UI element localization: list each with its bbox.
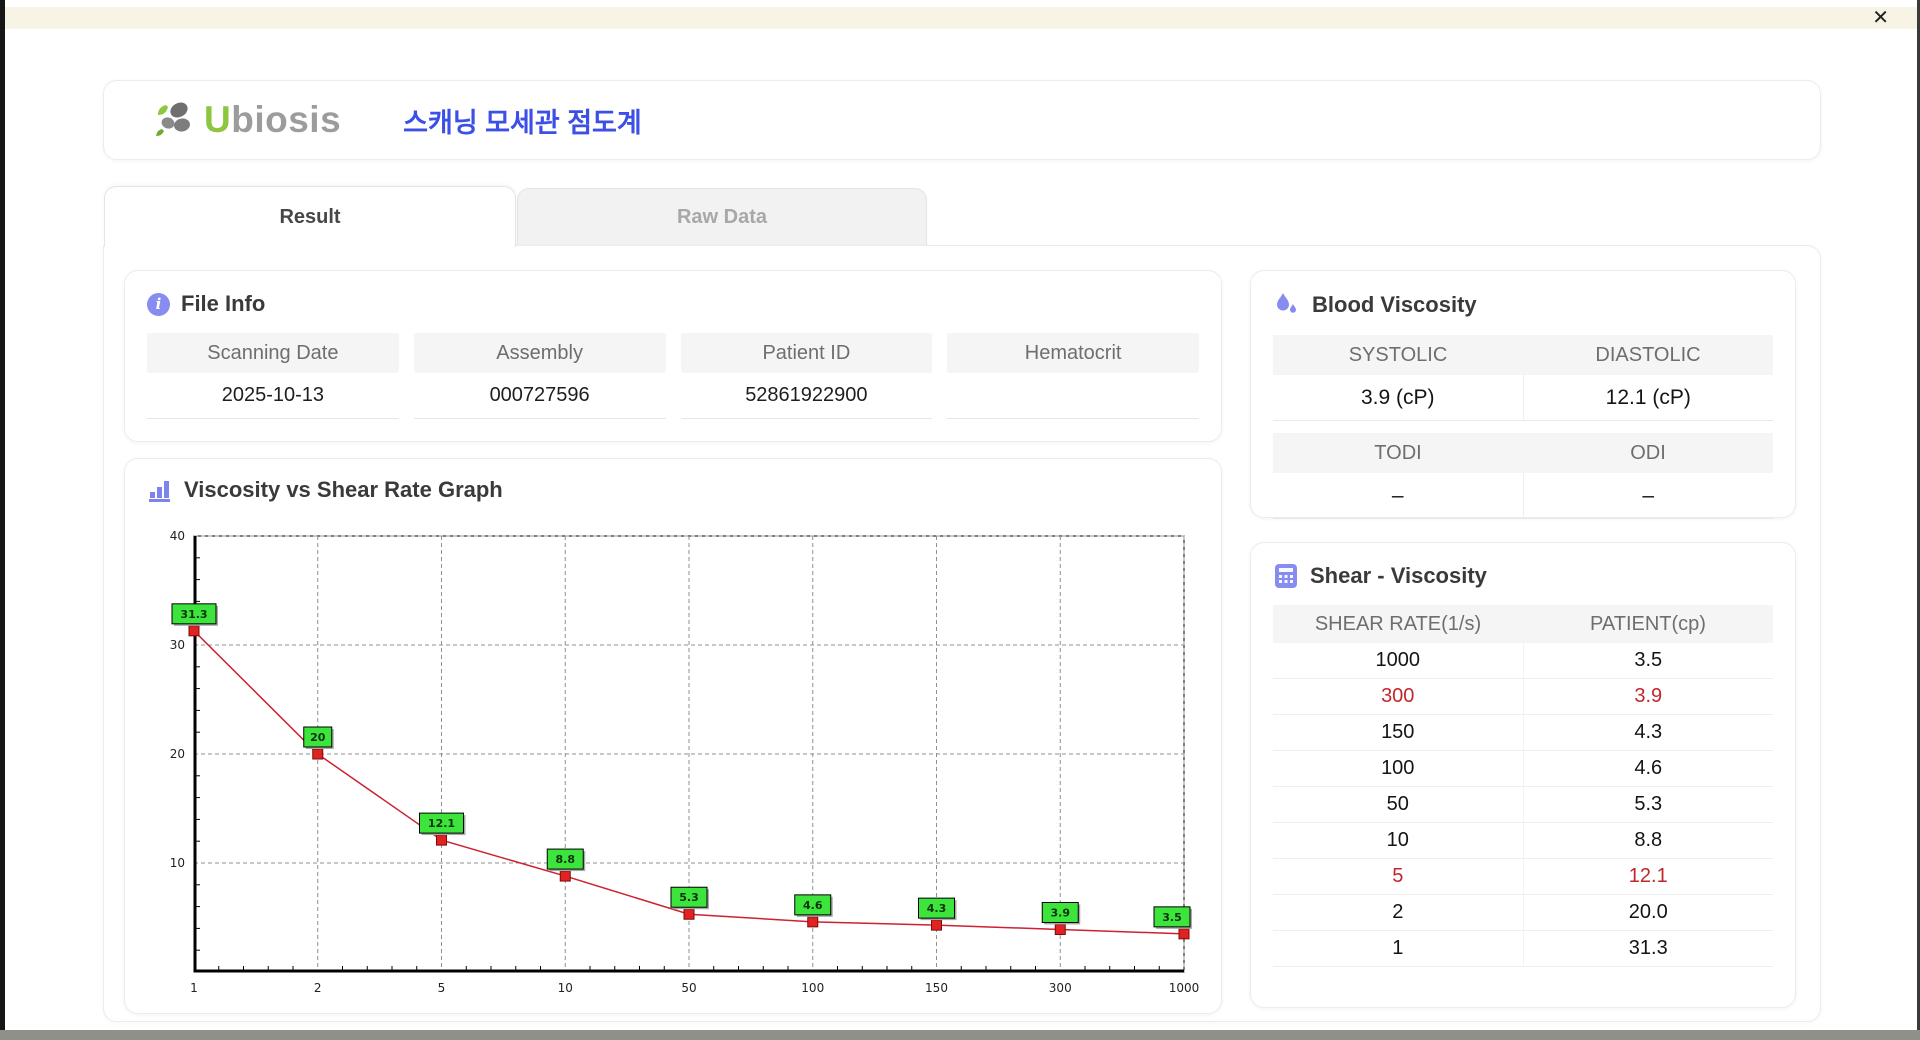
odi-value: –	[1523, 473, 1773, 519]
shear-rate-cell: 300	[1273, 679, 1524, 715]
table-calculator-icon	[1273, 563, 1299, 589]
shear-table-row: 300 3.9	[1273, 679, 1773, 715]
bar-chart-icon	[147, 477, 173, 503]
patient-cp-cell: 8.8	[1523, 823, 1773, 859]
file-info-card: i File Info Scanning Date 2025-10-13 Assem…	[124, 270, 1222, 442]
patient-cp-cell: 12.1	[1523, 859, 1773, 895]
file-info-field: Scanning Date 2025-10-13	[147, 333, 399, 419]
column-header: DIASTOLIC	[1523, 335, 1773, 375]
app-header: Ubiosis 스캐닝 모세관 점도계	[103, 80, 1821, 160]
tab-result[interactable]: Result	[104, 186, 516, 247]
info-icon: i	[147, 292, 170, 316]
svg-text:20: 20	[170, 747, 185, 761]
file-info-field: Patient ID 52861922900	[680, 333, 933, 419]
diastolic-value: 12.1 (cP)	[1523, 375, 1773, 421]
page-title: 스캐닝 모세관 점도계	[403, 107, 642, 138]
shear-rate-cell: 10	[1273, 823, 1524, 859]
logo: Ubiosis	[152, 99, 341, 141]
window-border-bottom	[0, 1030, 1920, 1040]
window-border-left	[0, 0, 5, 1030]
svg-text:50: 50	[681, 981, 696, 995]
window-title-bar: ✕	[5, 7, 1917, 29]
patient-cp-cell: 4.3	[1523, 715, 1773, 751]
svg-text:10: 10	[170, 856, 185, 870]
shear-rate-cell: 1000	[1273, 643, 1524, 679]
shear-table-row: 50 5.3	[1273, 787, 1773, 823]
patient-cp-cell: 3.9	[1523, 679, 1773, 715]
graph-title: Viscosity vs Shear Rate Graph	[184, 477, 503, 502]
field-label: Scanning Date	[147, 333, 399, 373]
tab-raw-data[interactable]: Raw Data	[517, 188, 927, 246]
shear-rate-cell: 100	[1273, 751, 1524, 787]
column-header: SYSTOLIC	[1273, 335, 1523, 375]
file-info-title: File Info	[181, 291, 266, 316]
ubiosis-leaf-logo-icon	[152, 99, 198, 141]
file-info-field: Assembly 000727596	[413, 333, 666, 419]
blood-drop-icon	[1273, 291, 1301, 319]
svg-text:1: 1	[190, 981, 198, 995]
close-icon[interactable]: ✕	[1872, 7, 1889, 29]
field-label: Patient ID	[680, 333, 933, 373]
patient-cp-cell: 5.3	[1523, 787, 1773, 823]
svg-text:150: 150	[925, 981, 948, 995]
shear-table-row: 1000 3.5	[1273, 643, 1773, 679]
field-value	[947, 373, 1199, 419]
shear-table-row: 1 31.3	[1273, 931, 1773, 967]
svg-text:5.3: 5.3	[679, 891, 699, 904]
svg-text:8.8: 8.8	[556, 853, 576, 866]
shear-table-row: 2 20.0	[1273, 895, 1773, 931]
patient-cp-cell: 20.0	[1523, 895, 1773, 931]
shear-rate-cell: 150	[1273, 715, 1524, 751]
shear-table-row: 5 12.1	[1273, 859, 1773, 895]
svg-text:3.9: 3.9	[1051, 906, 1071, 919]
shear-rate-cell: 2	[1273, 895, 1524, 931]
svg-text:4.6: 4.6	[803, 899, 823, 912]
svg-text:2: 2	[314, 981, 322, 995]
viscosity-graph-card: Viscosity vs Shear Rate Graph 10 20 30 40 1 2…	[124, 458, 1222, 1014]
shear-rate-cell: 1	[1273, 931, 1524, 967]
blood-viscosity-title: Blood Viscosity	[1312, 292, 1477, 317]
svg-text:31.3: 31.3	[180, 608, 207, 621]
viscosity-chart: 10 20 30 40 1 2 5 10 50 100 150 300 1000 31.3 20 12.1 8.…	[170, 529, 1200, 995]
shear-table-row: 150 4.3	[1273, 715, 1773, 751]
field-label: Assembly	[413, 333, 666, 373]
svg-text:10: 10	[558, 981, 573, 995]
column-header: SHEAR RATE(1/s)	[1273, 605, 1523, 643]
shear-table-body: 1000 3.5 300 3.9 150 4.3 100 4.6 50 5.3 10 8.8 5 12.1…	[1273, 643, 1773, 967]
shear-table-header: SHEAR RATE(1/s) PATIENT(cp)	[1273, 605, 1773, 643]
file-info-fields: Scanning Date 2025-10-13 Assembly 000727596…	[147, 333, 1199, 419]
svg-text:20: 20	[310, 731, 326, 744]
svg-text:1000: 1000	[1169, 981, 1200, 995]
todi-value: –	[1273, 473, 1524, 519]
svg-text:100: 100	[801, 981, 824, 995]
svg-text:3.5: 3.5	[1162, 911, 1182, 924]
file-info-field: Hematocrit	[947, 333, 1199, 419]
column-header: ODI	[1523, 433, 1773, 473]
blood-viscosity-table: SYSTOLIC DIASTOLIC 3.9 (cP) 12.1 (cP) TO…	[1273, 335, 1773, 519]
patient-cp-cell: 3.5	[1523, 643, 1773, 679]
shear-rate-cell: 5	[1273, 859, 1524, 895]
svg-text:40: 40	[170, 529, 185, 543]
svg-text:5: 5	[438, 981, 446, 995]
svg-text:4.3: 4.3	[927, 902, 947, 915]
systolic-value: 3.9 (cP)	[1273, 375, 1524, 421]
logo-text: Ubiosis	[204, 99, 342, 140]
shear-table-row: 10 8.8	[1273, 823, 1773, 859]
shear-table-row: 100 4.6	[1273, 751, 1773, 787]
field-value: 52861922900	[680, 373, 933, 419]
svg-text:30: 30	[170, 638, 185, 652]
shear-viscosity-card: Shear - Viscosity SHEAR RATE(1/s) PATIEN…	[1250, 542, 1796, 1008]
svg-text:300: 300	[1049, 981, 1072, 995]
field-label: Hematocrit	[947, 333, 1199, 373]
patient-cp-cell: 4.6	[1523, 751, 1773, 787]
patient-cp-cell: 31.3	[1523, 931, 1773, 967]
blood-viscosity-card: Blood Viscosity SYSTOLIC DIASTOLIC 3.9 (…	[1250, 270, 1796, 519]
field-value: 000727596	[413, 373, 666, 419]
svg-text:12.1: 12.1	[428, 817, 455, 830]
column-header: TODI	[1273, 433, 1523, 473]
column-header: PATIENT(cp)	[1523, 605, 1773, 643]
shear-rate-cell: 50	[1273, 787, 1524, 823]
field-value: 2025-10-13	[147, 373, 399, 419]
shear-viscosity-title: Shear - Viscosity	[1310, 563, 1487, 588]
